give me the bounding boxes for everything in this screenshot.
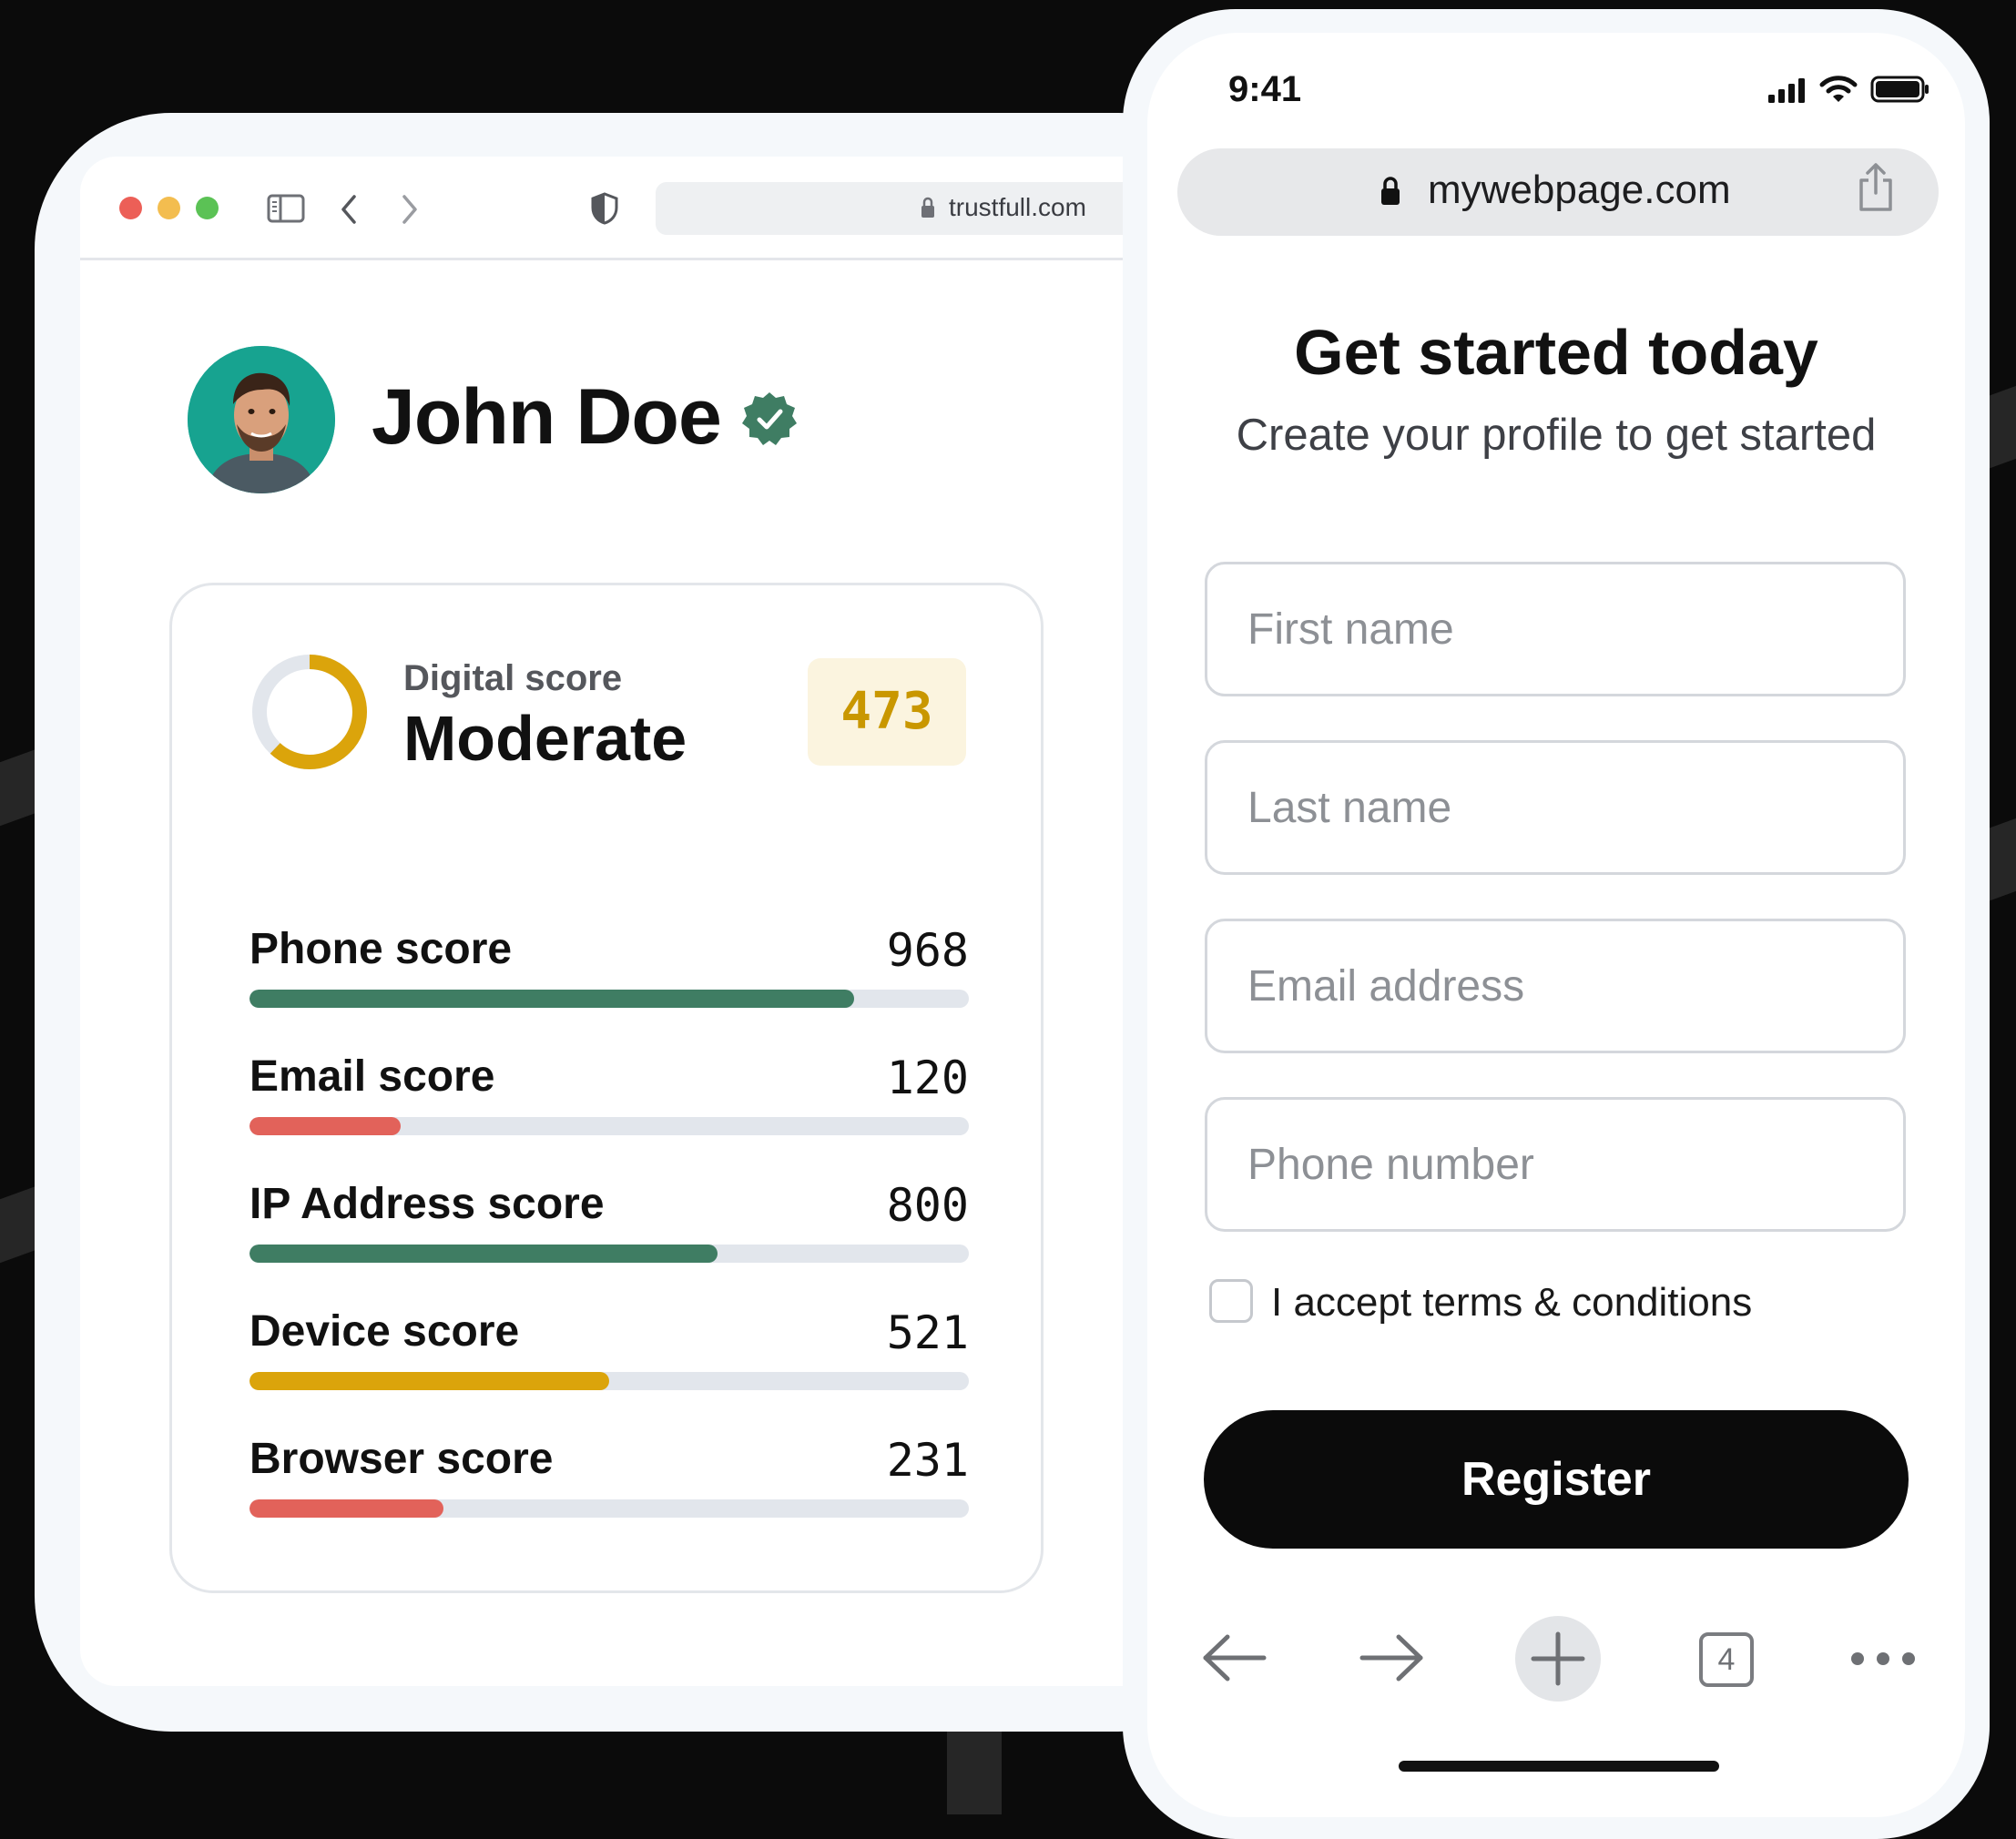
terms-checkbox[interactable] — [1209, 1279, 1253, 1323]
score-card: Digital score Moderate 473 Phone score 9… — [169, 583, 1044, 1593]
battery-icon — [1870, 76, 1929, 103]
score-bar-track — [249, 1372, 969, 1390]
terms-label[interactable]: I accept terms & conditions — [1271, 1280, 1752, 1326]
forward-arrow-icon[interactable] — [1357, 1626, 1426, 1690]
forward-arrow-icon[interactable] — [399, 193, 421, 226]
score-bar-fill — [249, 1372, 609, 1390]
digital-score-ring — [252, 655, 367, 769]
email-field[interactable] — [1205, 919, 1906, 1053]
score-value: 231 — [886, 1434, 969, 1487]
score-value: 521 — [886, 1306, 969, 1359]
tabs-count-button[interactable]: 4 — [1699, 1632, 1754, 1687]
more-options-icon[interactable] — [1848, 1647, 1918, 1671]
mobile-url-text: mywebpage.com — [1428, 168, 1731, 212]
privacy-shield-icon[interactable] — [590, 191, 619, 226]
address-url: trustfull.com — [949, 193, 1086, 221]
digital-score-value-badge: 473 — [808, 658, 966, 766]
score-bar-track — [249, 1499, 969, 1518]
digital-score-label: Digital score — [403, 658, 623, 698]
background-stripe — [0, 1185, 36, 1264]
profile-name: John Doe — [372, 373, 722, 461]
home-indicator[interactable] — [1399, 1761, 1719, 1772]
close-window-button[interactable] — [119, 197, 142, 219]
register-button[interactable]: Register — [1204, 1410, 1909, 1549]
score-row-ip-address: IP Address score 800 — [249, 1179, 969, 1270]
man-portrait-avatar — [188, 346, 335, 493]
share-icon[interactable] — [1856, 162, 1896, 213]
back-arrow-icon[interactable] — [338, 193, 360, 226]
phone-number-field[interactable] — [1205, 1097, 1906, 1232]
score-bar-track — [249, 990, 969, 1008]
minimize-window-button[interactable] — [158, 197, 180, 219]
score-value: 800 — [886, 1179, 969, 1232]
new-tab-button[interactable] — [1515, 1616, 1601, 1702]
lock-icon — [921, 197, 934, 218]
maximize-window-button[interactable] — [196, 197, 219, 219]
score-row-phone: Phone score 968 — [249, 924, 969, 1015]
score-label: Phone score — [249, 925, 513, 973]
browser-toolbar: trustfull.com — [80, 157, 1255, 260]
score-value: 968 — [886, 924, 969, 977]
score-row-device: Device score 521 — [249, 1306, 969, 1397]
background-stripe — [1985, 818, 2016, 903]
score-bar-fill — [249, 1117, 401, 1135]
last-name-field[interactable] — [1205, 740, 1906, 875]
score-bar-fill — [249, 1499, 444, 1518]
score-label: Device score — [249, 1307, 520, 1356]
desktop-browser-window: trustfull.com John Doe Digital score Mod… — [80, 157, 1255, 1686]
score-row-email: Email score 120 — [249, 1052, 969, 1143]
avatar — [188, 346, 335, 493]
page-subtitle: Create your profile to get started — [1236, 411, 1877, 460]
score-row-browser: Browser score 231 — [249, 1434, 969, 1525]
background-stripe — [0, 748, 36, 827]
lock-icon — [1381, 177, 1400, 205]
back-arrow-icon[interactable] — [1200, 1626, 1269, 1690]
score-bar-track — [249, 1245, 969, 1263]
verified-badge-icon — [742, 392, 797, 445]
score-label: Email score — [249, 1052, 495, 1101]
score-bar-track — [249, 1117, 969, 1135]
sidebar-toggle-icon[interactable] — [267, 194, 305, 223]
score-label: Browser score — [249, 1435, 554, 1483]
background-stripe — [1985, 385, 2016, 471]
score-bar-fill — [249, 990, 854, 1008]
score-label: IP Address score — [249, 1180, 605, 1228]
page-title: Get started today — [1294, 317, 1818, 388]
score-bar-fill — [249, 1245, 718, 1263]
wifi-icon — [1819, 76, 1858, 102]
status-bar-time: 9:41 — [1228, 69, 1302, 109]
score-value: 120 — [886, 1052, 969, 1104]
first-name-field[interactable] — [1205, 562, 1906, 696]
plus-icon — [1531, 1631, 1585, 1686]
digital-score-level: Moderate — [403, 703, 687, 774]
cellular-signal-icon — [1768, 78, 1805, 103]
